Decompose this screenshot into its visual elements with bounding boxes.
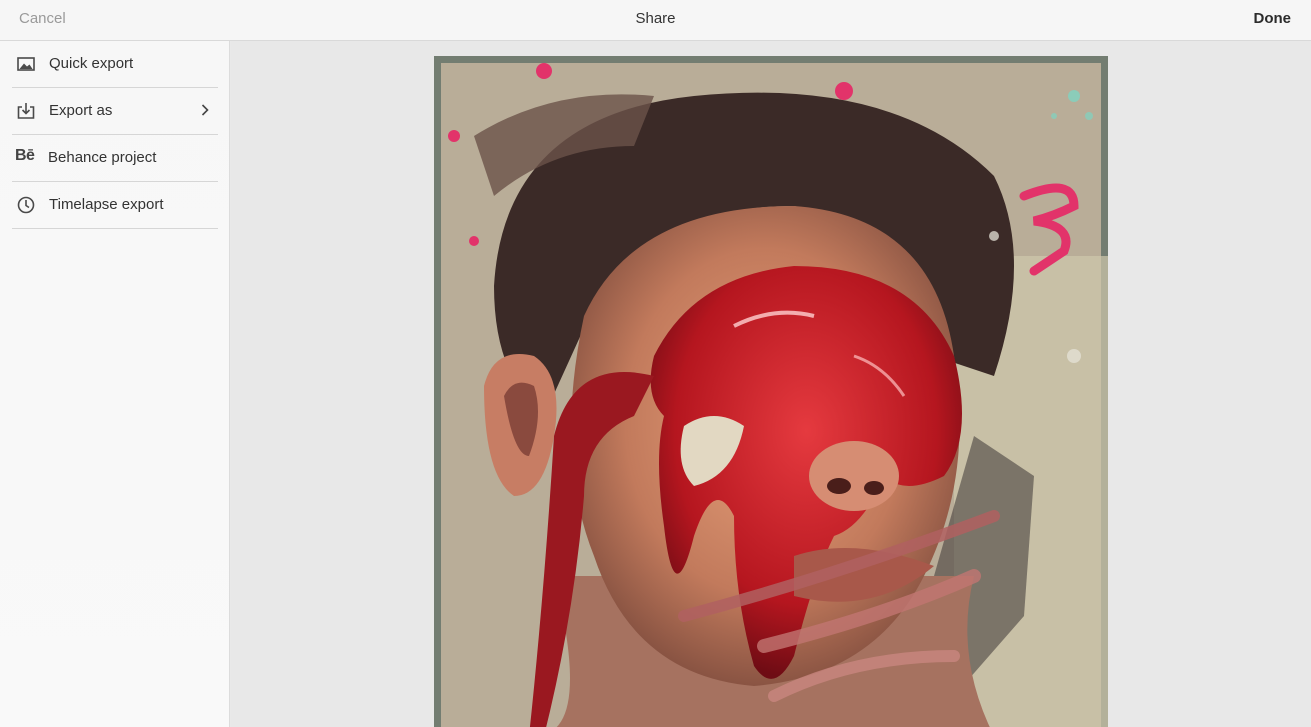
done-button[interactable]: Done <box>1254 10 1292 27</box>
page-title: Share <box>635 10 676 27</box>
menu-item-label: Timelapse export <box>49 196 164 213</box>
menu-item-label: Quick export <box>49 55 134 72</box>
chevron-right-icon <box>200 102 210 118</box>
menu-item-timelapse-export[interactable]: Timelapse export <box>12 182 218 229</box>
preview-area <box>231 41 1311 727</box>
export-tray-icon <box>17 102 35 120</box>
menu-item-export-as[interactable]: Export as <box>12 88 218 135</box>
behance-icon: Bē <box>15 147 35 164</box>
share-menu: Quick export Export as Bē Behance projec… <box>12 41 218 229</box>
artwork-preview <box>434 56 1108 727</box>
menu-item-label: Behance project <box>48 149 157 166</box>
menu-item-behance-project[interactable]: Bē Behance project <box>12 135 218 182</box>
image-icon <box>17 55 35 73</box>
menu-item-quick-export[interactable]: Quick export <box>12 41 218 88</box>
menu-item-label: Export as <box>49 102 113 119</box>
painting-image <box>434 56 1108 727</box>
clock-icon <box>17 196 35 214</box>
sidebar: Quick export Export as Bē Behance projec… <box>0 41 230 727</box>
top-bar: Cancel Share Done <box>0 0 1311 41</box>
